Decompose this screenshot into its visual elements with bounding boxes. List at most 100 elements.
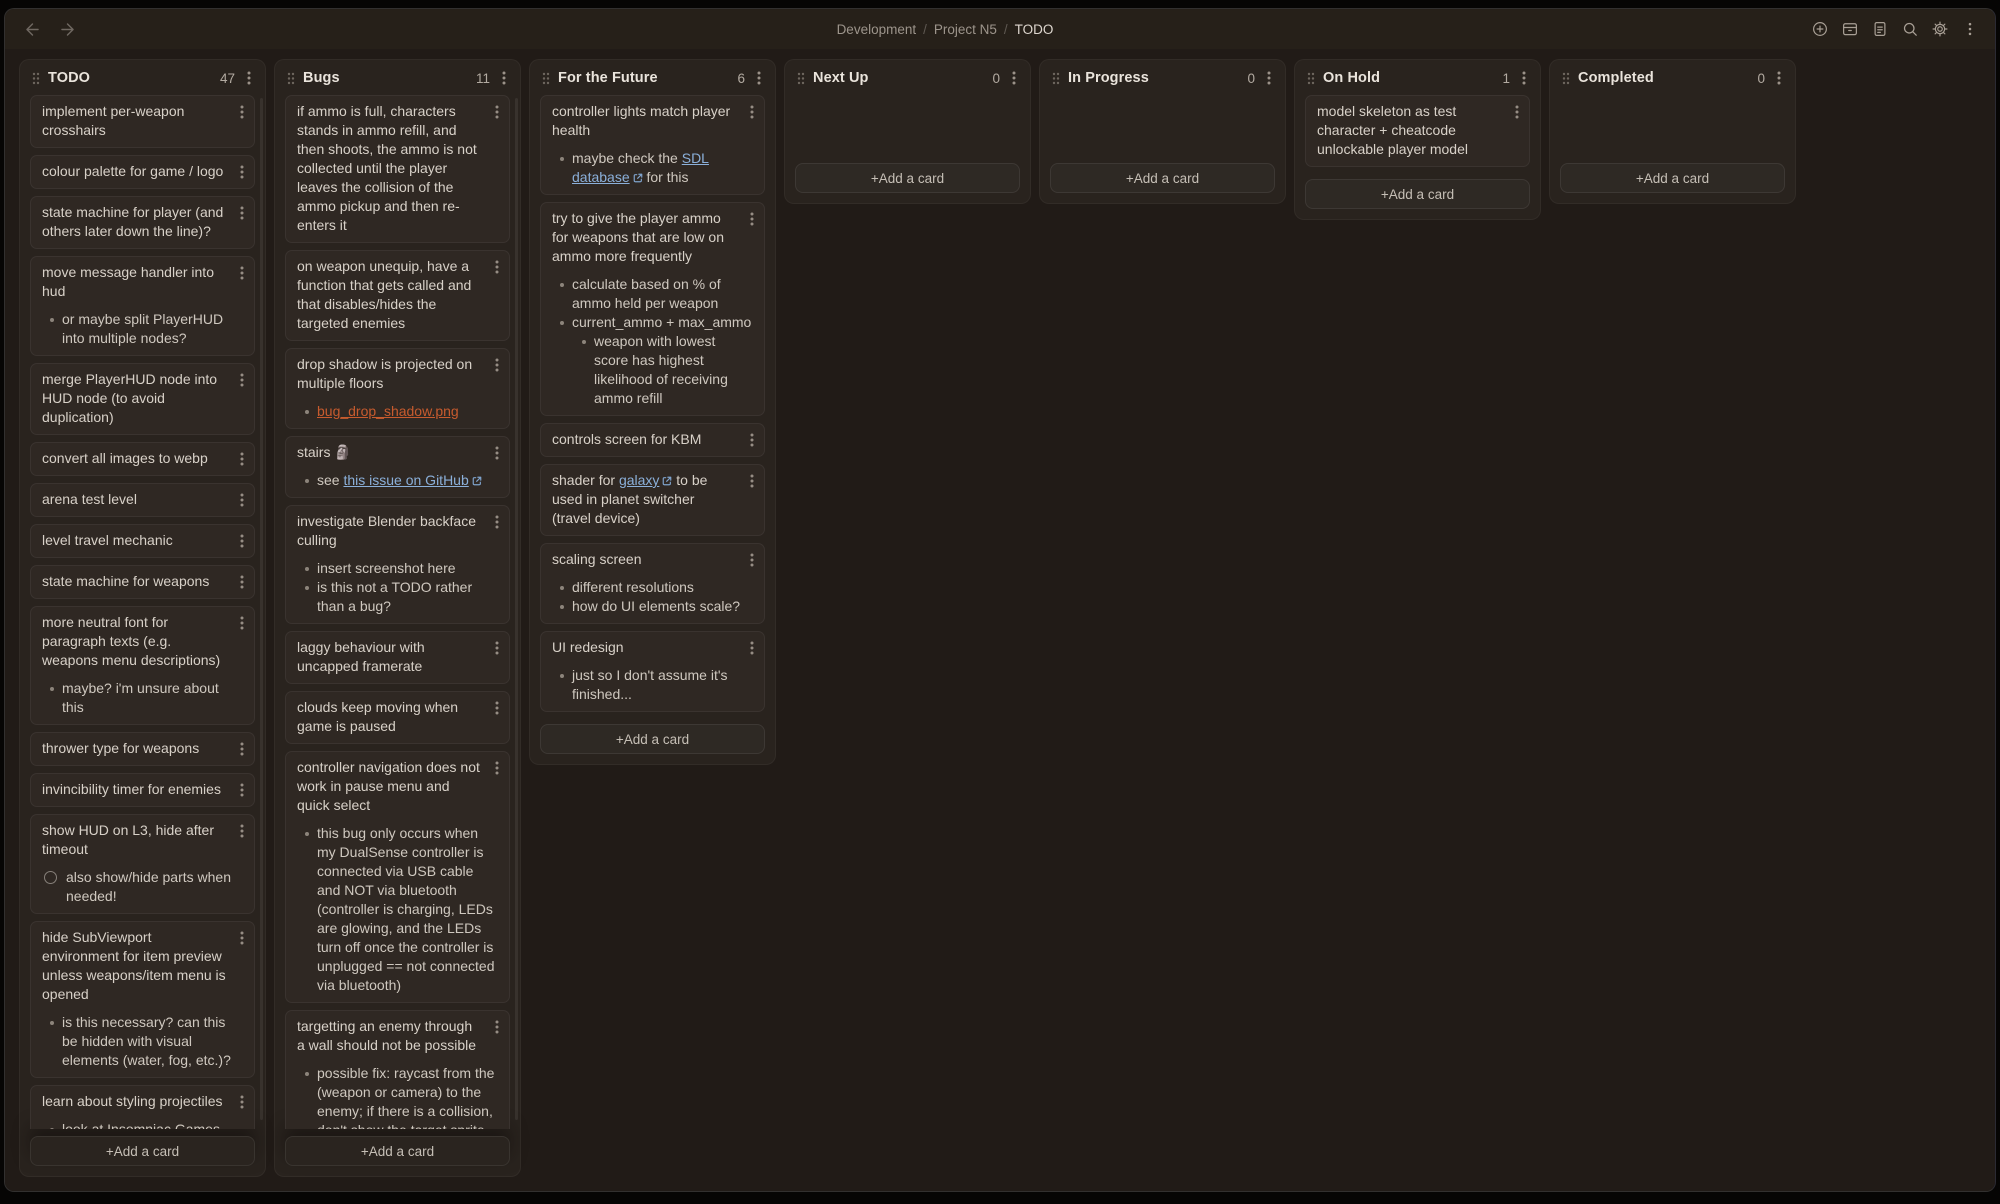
more-vertical-icon[interactable]: [1960, 20, 1979, 39]
forward-arrow-icon[interactable]: [56, 18, 78, 40]
card-menu-icon[interactable]: [237, 615, 247, 631]
card[interactable]: colour palette for game / logo: [30, 155, 255, 189]
card-menu-icon[interactable]: [492, 259, 502, 275]
card-menu-icon[interactable]: [747, 473, 757, 489]
add-card-button[interactable]: +Add a card: [1305, 179, 1530, 209]
card[interactable]: on weapon unequip, have a function that …: [285, 250, 510, 341]
column-menu-icon[interactable]: [1518, 69, 1530, 87]
column-menu-icon[interactable]: [753, 69, 765, 87]
drag-handle-icon[interactable]: [287, 72, 295, 85]
card-menu-icon[interactable]: [492, 445, 502, 461]
card[interactable]: learn about styling projectileslook at I…: [30, 1085, 255, 1129]
card[interactable]: try to give the player ammo for weapons …: [540, 202, 765, 416]
card[interactable]: show HUD on L3, hide after timeoutalso s…: [30, 814, 255, 914]
add-card-button[interactable]: +Add a card: [540, 724, 765, 754]
card-menu-icon[interactable]: [237, 533, 247, 549]
card-menu-icon[interactable]: [237, 164, 247, 180]
card[interactable]: more neutral font for paragraph texts (e…: [30, 606, 255, 725]
card-menu-icon[interactable]: [237, 1094, 247, 1110]
card[interactable]: if ammo is full, characters stands in am…: [285, 95, 510, 243]
card-menu-icon[interactable]: [1512, 104, 1522, 120]
card[interactable]: merge PlayerHUD node into HUD node (to a…: [30, 363, 255, 435]
document-icon[interactable]: [1870, 20, 1889, 39]
card-menu-icon[interactable]: [237, 930, 247, 946]
column-menu-icon[interactable]: [1773, 69, 1785, 87]
card-menu-icon[interactable]: [492, 357, 502, 373]
add-card-button[interactable]: +Add a card: [1050, 163, 1275, 193]
card[interactable]: drop shadow is projected on multiple flo…: [285, 348, 510, 429]
card[interactable]: thrower type for weapons: [30, 732, 255, 766]
card[interactable]: state machine for player (and others lat…: [30, 196, 255, 249]
card[interactable]: clouds keep moving when game is paused: [285, 691, 510, 744]
card-menu-icon[interactable]: [747, 552, 757, 568]
drag-handle-icon[interactable]: [1052, 72, 1060, 85]
card-menu-icon[interactable]: [237, 451, 247, 467]
gear-icon[interactable]: [1930, 20, 1949, 39]
drag-handle-icon[interactable]: [797, 72, 805, 85]
column-menu-icon[interactable]: [1263, 69, 1275, 87]
card[interactable]: controller navigation does not work in p…: [285, 751, 510, 1003]
card-menu-icon[interactable]: [492, 1019, 502, 1035]
card[interactable]: investigate Blender backface cullinginse…: [285, 505, 510, 624]
drag-handle-icon[interactable]: [1307, 72, 1315, 85]
card-menu-icon[interactable]: [747, 211, 757, 227]
card[interactable]: targetting an enemy through a wall shoul…: [285, 1010, 510, 1129]
card-link[interactable]: galaxy: [619, 472, 659, 488]
plus-circle-icon[interactable]: [1810, 20, 1829, 39]
card-menu-icon[interactable]: [492, 104, 502, 120]
card[interactable]: implement per-weapon crosshairs: [30, 95, 255, 148]
drag-handle-icon[interactable]: [32, 72, 40, 85]
back-arrow-icon[interactable]: [21, 18, 43, 40]
card[interactable]: arena test level: [30, 483, 255, 517]
card[interactable]: stairs 🗿see this issue on GitHub: [285, 436, 510, 498]
card[interactable]: controller lights match player healthmay…: [540, 95, 765, 195]
archive-icon[interactable]: [1840, 20, 1859, 39]
card-link[interactable]: this issue on GitHub: [343, 472, 468, 488]
card[interactable]: controls screen for KBM: [540, 423, 765, 457]
card-menu-icon[interactable]: [237, 104, 247, 120]
add-card-button[interactable]: +Add a card: [30, 1136, 255, 1166]
card[interactable]: hide SubViewport environment for item pr…: [30, 921, 255, 1078]
search-icon[interactable]: [1900, 20, 1919, 39]
card-link[interactable]: bug_drop_shadow.png: [317, 403, 459, 419]
card-menu-icon[interactable]: [492, 640, 502, 656]
card-menu-icon[interactable]: [747, 640, 757, 656]
card-menu-icon[interactable]: [237, 492, 247, 508]
card[interactable]: model skeleton as test character + cheat…: [1305, 95, 1530, 167]
card-menu-icon[interactable]: [237, 741, 247, 757]
card[interactable]: invincibility timer for enemies: [30, 773, 255, 807]
card[interactable]: shader for galaxy to be used in planet s…: [540, 464, 765, 536]
card-menu-icon[interactable]: [492, 760, 502, 776]
drag-handle-icon[interactable]: [542, 72, 550, 85]
card-menu-icon[interactable]: [747, 432, 757, 448]
card-menu-icon[interactable]: [237, 372, 247, 388]
card[interactable]: level travel mechanic: [30, 524, 255, 558]
card[interactable]: state machine for weapons: [30, 565, 255, 599]
card[interactable]: laggy behaviour with uncapped framerate: [285, 631, 510, 684]
column-menu-icon[interactable]: [1008, 69, 1020, 87]
card-menu-icon[interactable]: [747, 104, 757, 120]
card-menu-icon[interactable]: [237, 782, 247, 798]
add-card-button[interactable]: +Add a card: [795, 163, 1020, 193]
breadcrumb-item-folder[interactable]: Project N5: [934, 22, 997, 37]
column-menu-icon[interactable]: [498, 69, 510, 87]
card-menu-icon[interactable]: [237, 823, 247, 839]
card-menu-icon[interactable]: [492, 514, 502, 530]
card-menu-icon[interactable]: [492, 700, 502, 716]
drag-handle-icon[interactable]: [1562, 72, 1570, 85]
card[interactable]: UI redesignjust so I don't assume it's f…: [540, 631, 765, 712]
add-card-button[interactable]: +Add a card: [1560, 163, 1785, 193]
card-menu-icon[interactable]: [237, 205, 247, 221]
card-menu-icon[interactable]: [237, 265, 247, 281]
add-card-button[interactable]: +Add a card: [285, 1136, 510, 1166]
card[interactable]: convert all images to webp: [30, 442, 255, 476]
column-menu-icon[interactable]: [243, 69, 255, 87]
card[interactable]: move message handler into hudor maybe sp…: [30, 256, 255, 356]
column-scrollbar[interactable]: [515, 98, 518, 1120]
card[interactable]: scaling screendifferent resolutionshow d…: [540, 543, 765, 624]
card-bullet: look at Insomniac Games museum, particle…: [42, 1120, 243, 1129]
breadcrumb-separator: /: [923, 22, 927, 37]
breadcrumb-item-vault[interactable]: Development: [837, 22, 917, 37]
column-scrollbar[interactable]: [260, 98, 263, 1120]
card-menu-icon[interactable]: [237, 574, 247, 590]
